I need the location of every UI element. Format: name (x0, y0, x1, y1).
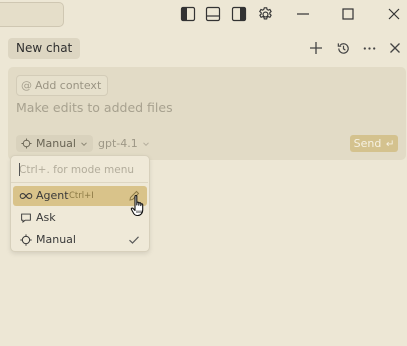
send-label: Send (353, 137, 382, 150)
text-caret (19, 163, 20, 176)
menu-divider (11, 182, 148, 183)
add-context-label: Add context (35, 79, 102, 92)
menu-item-ask[interactable]: Ask (13, 208, 147, 228)
mode-selector[interactable]: Manual (16, 135, 93, 152)
ellipsis-icon (363, 46, 375, 50)
menu-item-label: Agent (36, 189, 69, 202)
menu-item-manual[interactable]: Manual (13, 230, 147, 250)
close-chat-button[interactable] (386, 39, 404, 57)
menu-item-label: Ask (36, 211, 56, 224)
shortcut-hint: Ctrl+I (69, 191, 94, 201)
maximize-icon (342, 8, 354, 20)
history-icon (337, 42, 349, 54)
chat-history-button[interactable] (334, 39, 352, 57)
settings-button[interactable] (255, 4, 275, 24)
crosshair-icon (21, 138, 32, 149)
add-context-button[interactable]: @ Add context (16, 75, 109, 96)
minimize-icon (297, 13, 309, 15)
minimize-window-button[interactable] (293, 4, 313, 24)
menu-item-agent[interactable]: Agent Ctrl+I (13, 186, 147, 206)
tab-new-chat[interactable]: New chat (8, 38, 81, 59)
command-search-box[interactable] (0, 2, 64, 27)
enter-icon (386, 140, 394, 147)
sidebar-left-icon (180, 6, 196, 22)
close-icon (390, 43, 400, 53)
mode-menu-search-input[interactable]: Ctrl+. for mode menu (19, 162, 139, 178)
chevron-down-icon (81, 141, 87, 146)
crosshair-icon (20, 234, 32, 246)
menu-item-label: Manual (36, 233, 76, 246)
model-label: gpt-4.1 (98, 137, 138, 150)
checkmark-icon (129, 236, 139, 244)
plus-icon (310, 42, 322, 54)
mode-label: Manual (36, 137, 76, 150)
infinity-icon (19, 193, 33, 199)
message-input[interactable]: Make edits to added files (16, 100, 173, 115)
toggle-primary-sidebar-button[interactable] (178, 4, 198, 24)
close-window-button[interactable] (384, 4, 404, 24)
maximize-window-button[interactable] (338, 4, 358, 24)
chevron-down-icon (142, 141, 149, 146)
new-chat-button[interactable] (307, 39, 325, 57)
close-icon (388, 8, 400, 20)
send-button[interactable]: Send (350, 135, 398, 152)
hand-pointer-cursor-icon (130, 194, 144, 217)
sidebar-right-icon (231, 6, 247, 22)
gear-icon (258, 6, 272, 20)
model-selector[interactable]: gpt-4.1 (98, 135, 150, 152)
more-options-button[interactable] (360, 39, 378, 57)
chat-bubble-icon (21, 213, 31, 223)
toggle-secondary-sidebar-button[interactable] (229, 4, 249, 24)
at-icon: @ (21, 79, 32, 92)
toggle-panel-button[interactable] (203, 4, 223, 24)
panel-bottom-icon (205, 6, 221, 22)
